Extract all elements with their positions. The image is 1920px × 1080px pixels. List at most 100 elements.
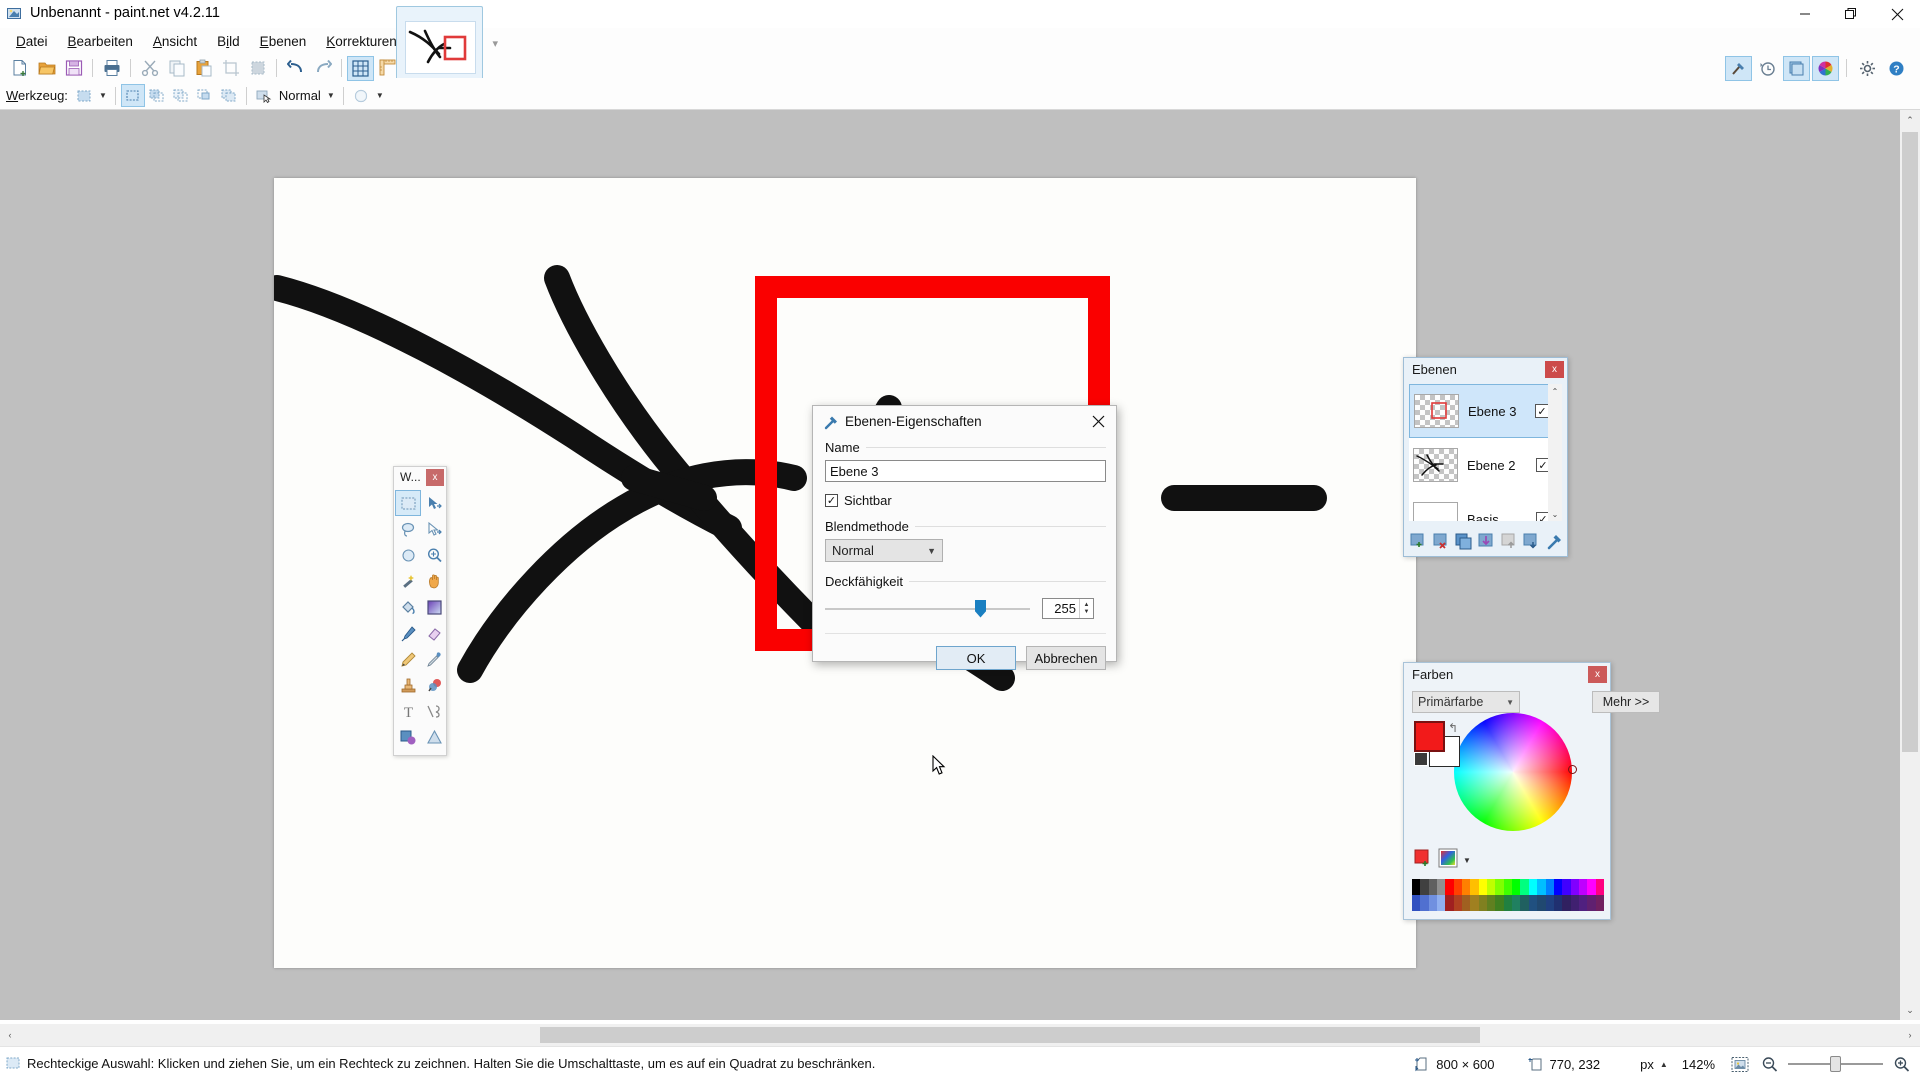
current-tool-caret-icon[interactable]: ▼ — [96, 86, 110, 106]
print-icon[interactable] — [98, 56, 125, 81]
zoom-tool[interactable] — [421, 542, 447, 568]
blend-mode-select[interactable]: Normal ▼ — [825, 539, 943, 562]
palette-swatch[interactable] — [1503, 895, 1513, 911]
palette-swatch[interactable] — [1570, 895, 1579, 911]
cancel-button[interactable]: Abbrechen — [1026, 646, 1106, 670]
palette-swatch[interactable] — [1578, 879, 1588, 895]
scroll-right-icon[interactable]: › — [1900, 1024, 1920, 1046]
delete-layer-icon[interactable] — [1431, 531, 1452, 552]
redo-icon[interactable] — [309, 56, 336, 81]
feather-caret-icon[interactable]: ▼ — [373, 86, 387, 106]
pencil-tool[interactable] — [395, 646, 421, 672]
paste-icon[interactable] — [190, 56, 217, 81]
palette-swatch[interactable] — [1553, 895, 1563, 911]
scroll-left-icon[interactable]: ‹ — [0, 1024, 20, 1046]
crop-icon[interactable] — [217, 56, 244, 81]
colors-panel-titlebar[interactable]: Farben x — [1404, 663, 1610, 687]
move-selected-tool[interactable] — [421, 490, 447, 516]
palette-swatch[interactable] — [1537, 879, 1546, 895]
selection-mode-replace[interactable] — [120, 84, 145, 107]
palette-swatch[interactable] — [1495, 879, 1504, 895]
menu-bild[interactable]: Bild — [207, 31, 250, 52]
text-tool[interactable]: T — [395, 698, 421, 724]
visible-checkbox-row[interactable]: ✓ Sichtbar — [825, 493, 1106, 508]
gradient-tool[interactable] — [421, 594, 447, 620]
current-tool-button[interactable] — [72, 84, 96, 107]
layer-properties-dialog[interactable]: Ebenen-Eigenschaften Name Ebene 3 ✓ Sich… — [812, 405, 1117, 670]
deselect-icon[interactable] — [244, 56, 271, 81]
palette-select-icon[interactable] — [1438, 848, 1458, 873]
fit-to-window-icon[interactable] — [1731, 1056, 1749, 1073]
thumbnail-close-icon[interactable]: ▾ — [492, 37, 498, 50]
palette-swatch[interactable] — [1528, 879, 1538, 895]
horizontal-scrollbar[interactable]: ‹ › — [0, 1024, 1920, 1046]
color-picker-tool[interactable] — [421, 646, 447, 672]
open-icon[interactable] — [33, 56, 60, 81]
more-colors-button[interactable]: Mehr >> — [1592, 691, 1660, 713]
zoom-slider-knob[interactable] — [1830, 1056, 1841, 1072]
palette-swatch[interactable] — [1545, 895, 1554, 911]
palette-swatch[interactable] — [1553, 879, 1563, 895]
paint-bucket-tool[interactable] — [395, 594, 421, 620]
save-icon[interactable] — [60, 56, 87, 81]
palette-swatch[interactable] — [1437, 879, 1446, 895]
opacity-slider[interactable] — [825, 599, 1030, 619]
palette-swatch[interactable] — [1462, 895, 1471, 911]
scroll-down-icon[interactable]: ⌄ — [1900, 1000, 1920, 1020]
undo-icon[interactable] — [282, 56, 309, 81]
palette-swatch[interactable] — [1595, 879, 1604, 895]
image-thumbnail-tab[interactable]: ▾ — [396, 6, 498, 78]
rectangle-select-tool[interactable] — [395, 490, 421, 516]
feather-icon[interactable] — [349, 84, 373, 107]
add-layer-icon[interactable] — [1408, 531, 1429, 552]
layers-panel-window[interactable]: Ebenen x Ebene 3 ✓ Ebene 2 ✓ Basis ✓ ⌃ ⌄ — [1403, 357, 1568, 557]
palette-swatch[interactable] — [1495, 895, 1504, 911]
layers-scroll-up-icon[interactable]: ⌃ — [1548, 384, 1562, 398]
opacity-spinner-arrows[interactable]: ▲ ▼ — [1079, 599, 1093, 618]
line-curve-tool[interactable] — [421, 698, 447, 724]
recolor-tool[interactable] — [421, 672, 447, 698]
selection-mode-xor[interactable] — [217, 84, 241, 107]
palette-swatch[interactable] — [1428, 895, 1438, 911]
palette-swatch[interactable] — [1470, 895, 1479, 911]
palette-swatch[interactable] — [1595, 895, 1604, 911]
menu-ebenen[interactable]: Ebenen — [250, 31, 317, 52]
palette-swatch[interactable] — [1487, 879, 1496, 895]
scroll-up-icon[interactable]: ⌃ — [1900, 110, 1920, 130]
layer-row-ebene-2[interactable]: Ebene 2 ✓ — [1409, 438, 1557, 492]
palette-swatch[interactable] — [1503, 879, 1513, 895]
palette-swatch[interactable] — [1562, 895, 1571, 911]
spinner-down-icon[interactable]: ▼ — [1084, 609, 1090, 616]
pan-tool[interactable] — [421, 568, 447, 594]
tools-palette-close-button[interactable]: x — [426, 469, 444, 486]
minimize-button[interactable] — [1782, 0, 1828, 28]
colors-panel-close-button[interactable]: x — [1588, 666, 1607, 683]
dialog-close-button[interactable] — [1080, 406, 1116, 436]
layer-properties-icon[interactable] — [1544, 531, 1565, 552]
eraser-tool[interactable] — [421, 620, 447, 646]
blend-mode-caret-icon[interactable]: ▼ — [324, 86, 338, 106]
palette-swatch[interactable] — [1578, 895, 1588, 911]
palette-swatch[interactable] — [1587, 895, 1596, 911]
palette-swatch[interactable] — [1545, 879, 1554, 895]
palette-swatch[interactable] — [1478, 895, 1488, 911]
color-palette-strip[interactable] — [1412, 879, 1604, 911]
palette-swatch[interactable] — [1412, 879, 1421, 895]
cut-icon[interactable] — [136, 56, 163, 81]
palette-swatch[interactable] — [1570, 879, 1579, 895]
palette-swatch[interactable] — [1512, 879, 1521, 895]
layer-name-input[interactable]: Ebene 3 — [825, 460, 1106, 482]
visible-checkbox[interactable]: ✓ — [825, 494, 838, 507]
palette-swatch[interactable] — [1420, 879, 1429, 895]
layers-panel-close-button[interactable]: x — [1545, 361, 1564, 378]
tools-palette-titlebar[interactable]: W... x — [394, 467, 446, 489]
swap-colors-icon[interactable]: ↰ — [1448, 721, 1458, 735]
palette-dropdown-caret-icon[interactable]: ▼ — [1463, 856, 1471, 865]
colors-window-icon[interactable] — [1812, 55, 1839, 81]
layer-row-basis[interactable]: Basis ✓ — [1409, 492, 1557, 521]
tools-window-icon[interactable] — [1725, 55, 1752, 81]
palette-swatch[interactable] — [1445, 895, 1454, 911]
vertical-scrollbar[interactable]: ⌃ ⌄ — [1900, 110, 1920, 1020]
layers-window-icon[interactable] — [1783, 55, 1810, 81]
selection-mode-intersect[interactable] — [193, 84, 217, 107]
